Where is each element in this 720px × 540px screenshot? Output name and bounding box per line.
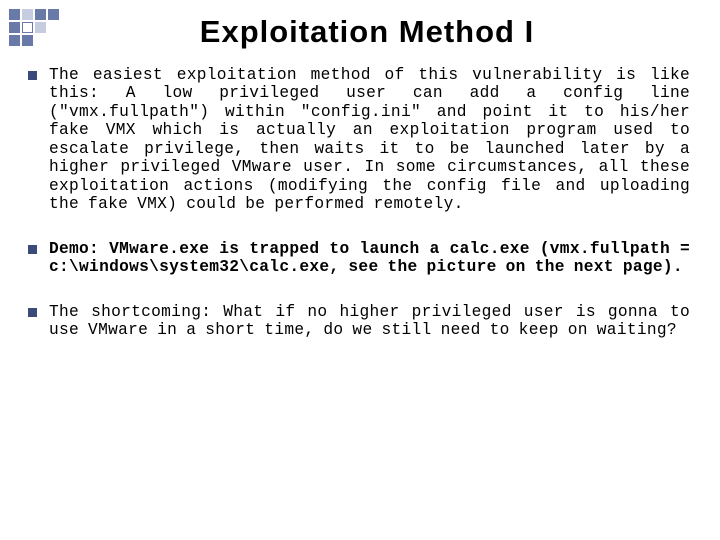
bullet-item: The easiest exploitation method of this … (46, 66, 690, 214)
bullet-item: The shortcoming: What if no higher privi… (46, 303, 690, 340)
corner-decoration (8, 8, 60, 47)
slide-title: Exploitation Method I (44, 14, 690, 50)
bullet-marker-icon (28, 71, 37, 80)
bullet-marker-icon (28, 245, 37, 254)
slide-body: The easiest exploitation method of this … (44, 66, 690, 340)
bullet-marker-icon (28, 308, 37, 317)
bullet-text: The shortcoming: What if no higher privi… (49, 303, 690, 340)
bullet-text: The easiest exploitation method of this … (49, 66, 690, 214)
bullet-item: Demo: VMware.exe is trapped to launch a … (46, 240, 690, 277)
slide: Exploitation Method I The easiest exploi… (0, 0, 720, 540)
bullet-text: Demo: VMware.exe is trapped to launch a … (49, 240, 690, 277)
